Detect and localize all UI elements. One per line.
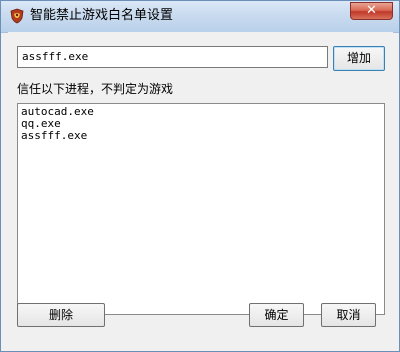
close-button[interactable]: ✕	[350, 2, 393, 20]
close-icon: ✕	[366, 3, 377, 18]
trusted-processes-label: 信任以下进程，不判定为游戏	[17, 82, 174, 96]
dialog-window: 智能禁止游戏白名单设置 ✕ assfff.exe 增加 信任以下进程，不判定为游…	[0, 0, 400, 352]
ok-button[interactable]: 确定	[249, 303, 304, 327]
process-name-input[interactable]: assfff.exe	[17, 46, 328, 68]
title-bar[interactable]: 智能禁止游戏白名单设置 ✕	[1, 1, 399, 33]
list-item[interactable]: assfff.exe	[21, 130, 381, 142]
window-title: 智能禁止游戏白名单设置	[30, 8, 174, 23]
add-button[interactable]: 增加	[333, 46, 385, 71]
delete-button[interactable]: 删除	[17, 303, 105, 327]
list-item[interactable]: autocad.exe	[21, 106, 381, 118]
cancel-button[interactable]: 取消	[321, 303, 376, 327]
dialog-content: assfff.exe 增加 信任以下进程，不判定为游戏 autocad.exe …	[8, 32, 393, 346]
app-icon	[9, 8, 25, 24]
trusted-process-list[interactable]: autocad.exe qq.exe assfff.exe	[17, 103, 385, 315]
